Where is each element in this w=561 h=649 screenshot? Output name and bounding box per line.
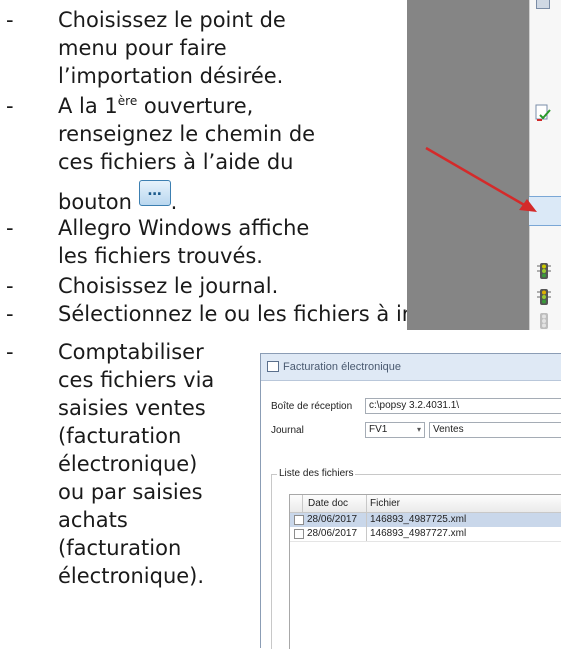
journal-code-value: FV1	[369, 424, 388, 435]
row-date: 28/06/2017	[307, 528, 358, 539]
table-row[interactable]: 28/06/2017 146893_4987727.xml	[290, 527, 561, 542]
dialog-title: Facturation électronique	[283, 361, 402, 373]
journal-name-value: Ventes	[433, 424, 464, 435]
electronic-invoicing-dialog: Facturation électronique Boîte de récept…	[260, 353, 561, 649]
file-list-group-title: Liste des fichiers	[277, 468, 356, 480]
dialog-titlebar: Facturation électronique	[261, 354, 561, 381]
row-file: 146893_4987725.xml	[370, 514, 467, 525]
inbox-path-value: c:\popsy 3.2.4031.1\	[369, 400, 460, 411]
file-list[interactable]: Date doc Fichier 28/06/2017 146893_49877…	[289, 494, 561, 649]
row-date: 28/06/2017	[307, 514, 358, 525]
column-separator	[302, 495, 303, 512]
column-separator	[366, 513, 367, 527]
row-checkbox[interactable]	[294, 515, 304, 525]
column-separator	[366, 495, 367, 512]
column-separator	[366, 527, 367, 541]
chevron-down-icon: ▾	[416, 425, 421, 434]
table-row[interactable]: 28/06/2017 146893_4987725.xml	[290, 513, 561, 527]
journal-name-field[interactable]: Ventes	[429, 422, 561, 438]
file-list-header: Date doc Fichier	[290, 495, 561, 513]
window-icon	[267, 361, 279, 372]
journal-select[interactable]: FV1 ▾	[365, 422, 425, 438]
journal-label: Journal	[271, 425, 304, 436]
column-header-date[interactable]: Date doc	[308, 498, 348, 510]
row-checkbox[interactable]	[294, 529, 304, 539]
inbox-path-field[interactable]: c:\popsy 3.2.4031.1\	[365, 398, 561, 414]
row-file: 146893_4987727.xml	[370, 528, 467, 539]
column-header-file[interactable]: Fichier	[370, 498, 400, 510]
inbox-label: Boîte de réception	[271, 401, 353, 412]
